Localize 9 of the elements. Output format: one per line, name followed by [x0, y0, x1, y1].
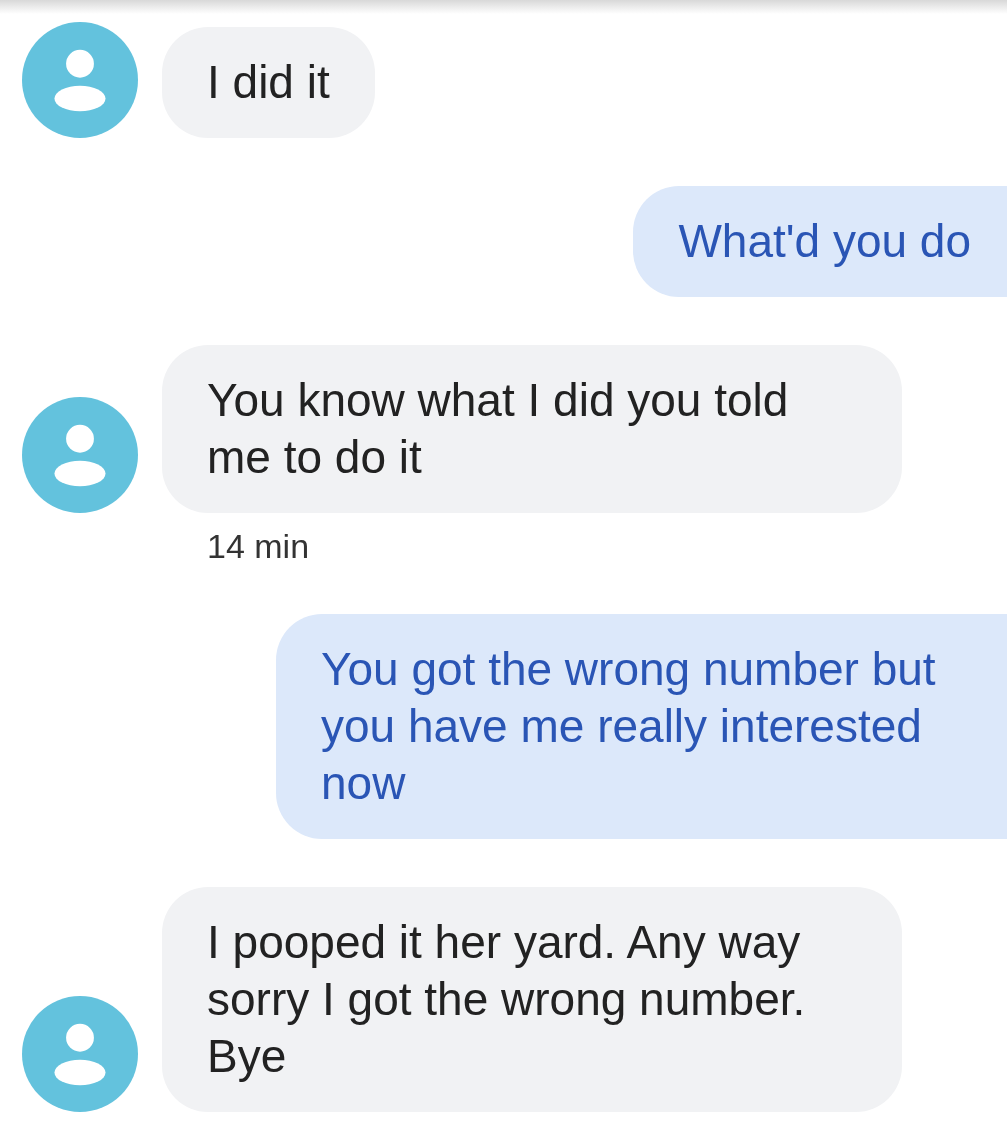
- avatar-icon: [22, 22, 138, 138]
- avatar-icon: [22, 397, 138, 513]
- sent-message: What'd you do: [633, 186, 1007, 297]
- received-message: I pooped it her yard. Any way sorry I got the wrong number. Bye: [162, 887, 902, 1112]
- sent-message: You got the wrong number but you have me really interested now: [276, 614, 1007, 839]
- message-timestamp: 14 min: [207, 527, 310, 565]
- received-message: You know what I did you told me to do it: [162, 345, 902, 513]
- avatar-icon: [22, 996, 138, 1112]
- received-message: I did it: [162, 27, 375, 138]
